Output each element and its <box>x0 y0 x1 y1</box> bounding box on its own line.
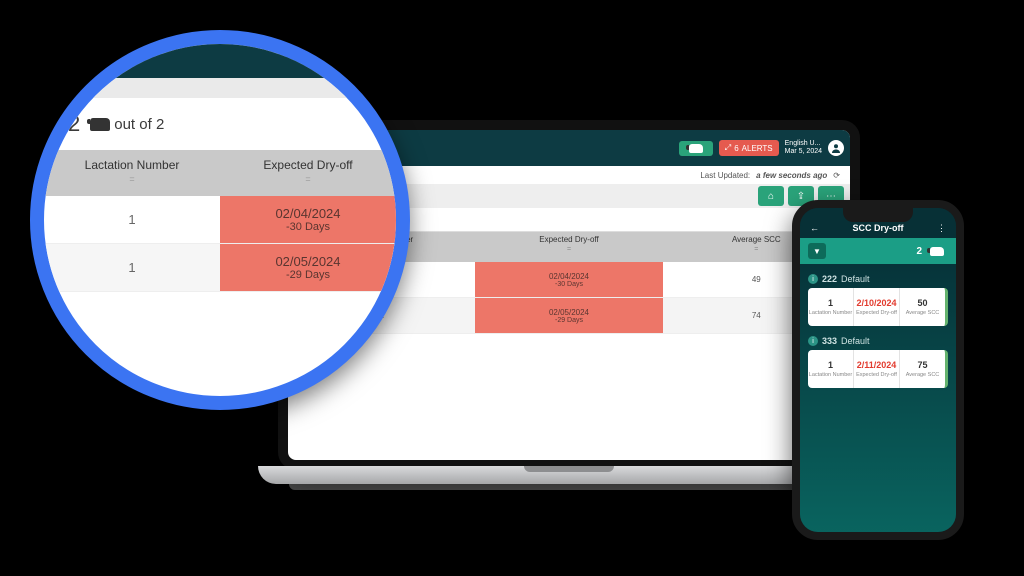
cow-filter-pill[interactable] <box>679 141 713 156</box>
animal-id: 333 <box>822 336 837 346</box>
card-date: 2/10/2024 <box>856 298 896 308</box>
mag-home-button[interactable]: ⌂ <box>342 48 392 74</box>
mag-table-row[interactable]: 1 02/05/2024-29 Days <box>44 244 396 292</box>
mag-cell-lactation: 1 <box>44 196 220 243</box>
user-icon <box>831 143 841 153</box>
magnifier-lens: ⌂ 2 out of 2 Lactation Number= Expected … <box>30 30 410 410</box>
last-updated-prefix: Last Updated: <box>700 171 750 180</box>
action-button-home[interactable]: ⌂ <box>758 186 784 206</box>
menu-button[interactable]: ⋮ <box>937 223 946 234</box>
laptop-foot <box>289 484 849 490</box>
col-dryoff[interactable]: Expected Dry-off= <box>475 232 662 262</box>
mag-count-text: out of 2 <box>114 116 164 133</box>
phone-card[interactable]: 1Lactation Number 2/11/2024Expected Dry-… <box>808 350 948 388</box>
card-scc: 75 <box>917 360 927 370</box>
laptop-base <box>258 466 880 484</box>
phone-summary-bar: ▼ 2 <box>800 238 956 264</box>
date-label: Mar 5, 2024 <box>785 148 822 156</box>
card-header[interactable]: i 333 Default <box>808 336 948 346</box>
card-header[interactable]: i 222 Default <box>808 274 948 284</box>
language-date[interactable]: English U... Mar 5, 2024 <box>785 140 822 155</box>
phone-count: 2 <box>916 246 922 257</box>
cow-icon <box>90 118 110 131</box>
animal-group: Default <box>841 274 870 284</box>
mag-cell-dryoff: 02/05/2024-29 Days <box>220 244 396 291</box>
mag-col-lactation[interactable]: Lactation Number= <box>44 150 220 196</box>
mag-result-count: 2 out of 2 <box>52 104 388 144</box>
mag-topbar: ⌂ <box>44 44 396 78</box>
animal-group: Default <box>841 336 870 346</box>
cell-dryoff: 02/05/2024-29 Days <box>475 298 662 333</box>
filter-button[interactable]: ▼ <box>808 243 826 259</box>
mag-table-row[interactable]: 1 02/04/2024-30 Days <box>44 196 396 244</box>
cow-icon <box>930 247 944 256</box>
card-date: 2/11/2024 <box>857 360 897 370</box>
mag-cell-dryoff: 02/04/2024-30 Days <box>220 196 396 243</box>
expand-icon: ⤢ <box>725 143 731 153</box>
phone-notch <box>843 208 913 222</box>
phone-device: ← SCC Dry-off ⋮ ▼ 2 i 222 Default 1Lacta… <box>792 200 964 540</box>
card-lact: 1 <box>828 298 833 308</box>
phone-body: i 222 Default 1Lactation Number 2/10/202… <box>800 264 956 540</box>
camera-dot <box>566 124 572 130</box>
mag-cell-lactation: 1 <box>44 244 220 291</box>
card-scc: 50 <box>917 298 927 308</box>
mag-col-dryoff[interactable]: Expected Dry-off= <box>220 150 396 196</box>
cell-dryoff: 02/04/2024-30 Days <box>475 262 662 297</box>
alerts-count: 6 <box>734 144 738 153</box>
filter-icon: ▼ <box>813 247 821 256</box>
info-icon: i <box>808 336 818 346</box>
animal-id: 222 <box>822 274 837 284</box>
mag-count-number: 2 <box>68 111 80 137</box>
info-icon: i <box>808 274 818 284</box>
last-updated-value: a few seconds ago <box>756 171 827 180</box>
phone-card[interactable]: 1Lactation Number 2/10/2024Expected Dry-… <box>808 288 948 326</box>
language-label: English U... <box>785 140 822 148</box>
alerts-pill[interactable]: ⤢ 6 ALERTS <box>719 140 779 156</box>
phone-title: SCC Dry-off <box>819 223 937 233</box>
mag-table-header: Lactation Number= Expected Dry-off= <box>44 150 396 196</box>
cow-icon <box>689 144 703 153</box>
alerts-label: ALERTS <box>742 144 773 153</box>
user-avatar[interactable] <box>828 140 844 156</box>
mag-spacer <box>44 78 396 98</box>
refresh-icon[interactable]: ⟳ <box>833 171 840 180</box>
back-button[interactable]: ← <box>810 223 819 233</box>
card-lact: 1 <box>828 360 833 370</box>
